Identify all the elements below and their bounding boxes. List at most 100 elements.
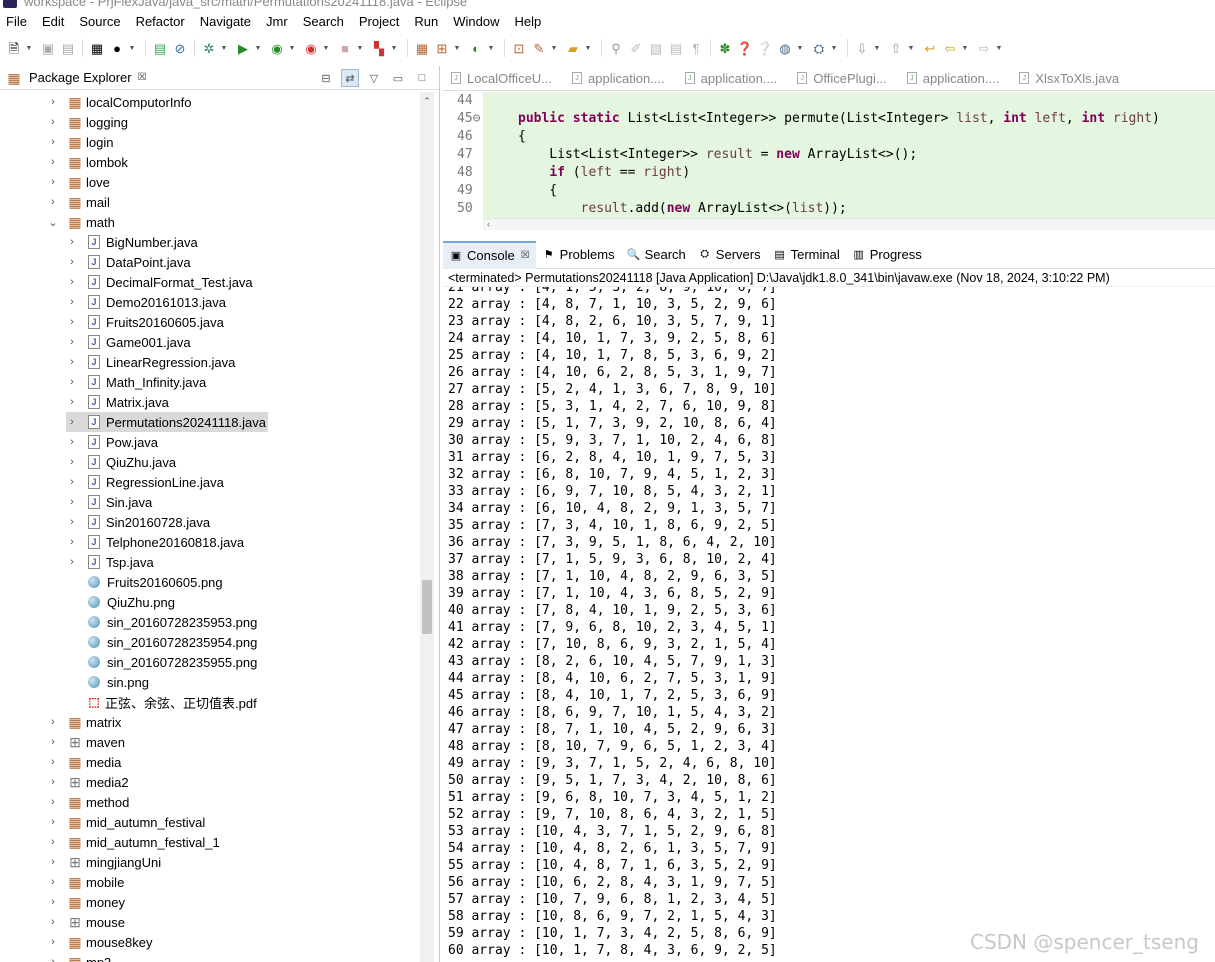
expand-arrow-icon[interactable]: ›	[66, 276, 78, 288]
file-tree-item[interactable]: sin_20160728235955.png	[66, 652, 259, 672]
expand-arrow-icon[interactable]: ›	[66, 336, 78, 348]
open-type-icon[interactable]: ⊡	[509, 38, 529, 58]
package-tree-item[interactable]: › ▦ mouse8key	[47, 932, 154, 952]
expand-arrow-icon[interactable]: ›	[66, 376, 78, 388]
package-tree-item[interactable]: ⌄ ▦ math	[47, 212, 117, 232]
close-icon[interactable]: ☒	[521, 250, 530, 261]
bug-icon[interactable]: ✽	[715, 38, 735, 58]
menu-item-project[interactable]: Project	[359, 14, 399, 29]
expand-arrow-icon[interactable]: ›	[47, 776, 59, 788]
package-tree-item[interactable]: › ▦ localComputorInfo	[47, 92, 194, 112]
new-project-dropdown-icon[interactable]: ▼	[486, 38, 496, 58]
file-tree-item[interactable]: › J Math_Infinity.java	[66, 372, 208, 392]
scroll-up-icon[interactable]: ⌃	[420, 96, 434, 107]
package-tree-item[interactable]: › ▦ mp3	[47, 952, 113, 962]
file-tree-item[interactable]: › J Game001.java	[66, 332, 193, 352]
package-explorer-scrollbar[interactable]: ⌃	[420, 92, 434, 962]
menu-item-navigate[interactable]: Navigate	[200, 14, 251, 29]
debug-dropdown-icon[interactable]: ▼	[219, 38, 229, 58]
file-tree-item[interactable]: › J BigNumber.java	[66, 232, 200, 252]
tab-search[interactable]: 🔍 Search	[621, 241, 692, 269]
file-tree-item[interactable]: › J DataPoint.java	[66, 252, 193, 272]
block-select-icon[interactable]: ▤	[666, 38, 686, 58]
package-tree-item[interactable]: › ▦ love	[47, 172, 112, 192]
expand-arrow-icon[interactable]: ›	[47, 856, 59, 868]
forward-dropdown-icon[interactable]: ▼	[994, 38, 1004, 58]
view-menu-icon[interactable]: ▽	[365, 69, 383, 87]
last-edit-icon[interactable]: ↩	[920, 38, 940, 58]
expand-arrow-icon[interactable]: ›	[47, 836, 59, 848]
stop-dropdown-icon[interactable]: ▼	[355, 38, 365, 58]
open-task-dropdown-icon[interactable]: ▼	[549, 38, 559, 58]
expand-arrow-icon[interactable]: ›	[47, 136, 59, 148]
tab-console[interactable]: ▣ Console ☒	[443, 240, 536, 269]
expand-arrow-icon[interactable]: ›	[47, 96, 59, 108]
expand-arrow-icon[interactable]: ›	[47, 756, 59, 768]
file-tree-item[interactable]: › J RegressionLine.java	[66, 472, 226, 492]
open-folder-icon[interactable]: ▰	[563, 38, 583, 58]
expand-arrow-icon[interactable]: ›	[47, 896, 59, 908]
previous-annotation-dropdown-icon[interactable]: ▼	[906, 38, 916, 58]
editor-tab[interactable]: J LocalOfficeU...	[443, 66, 560, 91]
package-tree-item[interactable]: › ▦ mid_autumn_festival_1	[47, 832, 222, 852]
expand-arrow-icon[interactable]: ›	[66, 436, 78, 448]
file-tree-item[interactable]: › J Sin.java	[66, 492, 154, 512]
web-browser-dropdown-icon[interactable]: ▼	[795, 38, 805, 58]
expand-arrow-icon[interactable]: ›	[66, 396, 78, 408]
file-tree-item[interactable]: › J LinearRegression.java	[66, 352, 237, 372]
package-tree-item[interactable]: › ▦ mobile	[47, 872, 126, 892]
expand-arrow-icon[interactable]: ›	[66, 496, 78, 508]
tab-problems[interactable]: ⚑ Problems	[536, 241, 621, 269]
expand-arrow-icon[interactable]: ›	[66, 236, 78, 248]
file-tree-item[interactable]: › J DecimalFormat_Test.java	[66, 272, 255, 292]
editor-tab[interactable]: Japplication....	[564, 66, 673, 91]
scrollbar-thumb[interactable]	[422, 580, 432, 634]
file-tree-item[interactable]: › J Tsp.java	[66, 552, 156, 572]
code-editor[interactable]: 44 45⊖ public static List<List<Integer>> p…	[443, 92, 1215, 226]
package-tree-item[interactable]: › ▦ matrix	[47, 712, 123, 732]
expand-arrow-icon[interactable]: ›	[47, 176, 59, 188]
expand-arrow-icon[interactable]: ›	[47, 196, 59, 208]
package-tree-item[interactable]: › ⊞ maven	[47, 732, 127, 752]
save-icon[interactable]: ▣	[38, 38, 58, 58]
profile-icon[interactable]: ●	[107, 38, 127, 58]
menu-item-help[interactable]: Help	[514, 14, 541, 29]
editor-tab[interactable]: J OfficePlugi...	[789, 66, 894, 91]
menu-item-source[interactable]: Source	[79, 14, 120, 29]
file-tree-item[interactable]: › J Demo20161013.java	[66, 292, 228, 312]
open-task-icon[interactable]: ✎	[529, 38, 549, 58]
expand-arrow-icon[interactable]: ›	[66, 536, 78, 548]
expand-arrow-icon[interactable]: ›	[47, 956, 59, 962]
menu-item-edit[interactable]: Edit	[42, 14, 64, 29]
save-all-icon[interactable]: ▤	[58, 38, 78, 58]
package-explorer-title[interactable]: Package Explorer	[29, 70, 132, 85]
expand-arrow-icon[interactable]: ›	[66, 296, 78, 308]
file-tree-item[interactable]: › J Telphone20160818.java	[66, 532, 246, 552]
skip-breakpoints-icon[interactable]: ⊘	[170, 38, 190, 58]
new-class-dropdown-icon[interactable]: ▼	[452, 38, 462, 58]
coverage-icon[interactable]: ◉	[267, 38, 287, 58]
back-icon[interactable]: ⇦	[940, 38, 960, 58]
expand-arrow-icon[interactable]: ›	[47, 716, 59, 728]
package-tree-item[interactable]: › ▦ lombok	[47, 152, 130, 172]
open-console-icon[interactable]: ▤	[150, 38, 170, 58]
expand-arrow-icon[interactable]: ›	[66, 356, 78, 368]
expand-arrow-icon[interactable]: ›	[47, 816, 59, 828]
package-tree-item[interactable]: › ▦ login	[47, 132, 115, 152]
editor-horizontal-scrollbar[interactable]: ‹	[483, 218, 1215, 230]
new-icon[interactable]: 🗎	[4, 38, 24, 58]
expand-arrow-icon[interactable]: ›	[66, 556, 78, 568]
mark-icon[interactable]: ✐	[626, 38, 646, 58]
help-icon[interactable]: ❓	[735, 38, 755, 58]
stop-icon[interactable]: ■	[335, 38, 355, 58]
package-tree-item[interactable]: › ▦ mail	[47, 192, 112, 212]
new-class-icon[interactable]: ⊞	[432, 38, 452, 58]
collapse-arrow-icon[interactable]: ⌄	[47, 216, 59, 229]
package-tree-item[interactable]: › ⊞ mouse	[47, 912, 127, 932]
settings-dropdown-icon[interactable]: ▼	[829, 38, 839, 58]
open-folder-dropdown-icon[interactable]: ▼	[583, 38, 593, 58]
forward-icon[interactable]: ⇨	[974, 38, 994, 58]
package-tree-item[interactable]: › ▦ mid_autumn_festival	[47, 812, 207, 832]
toggle-mark-icon[interactable]: ▧	[646, 38, 666, 58]
link-with-editor-icon[interactable]: ⇄	[341, 69, 359, 87]
